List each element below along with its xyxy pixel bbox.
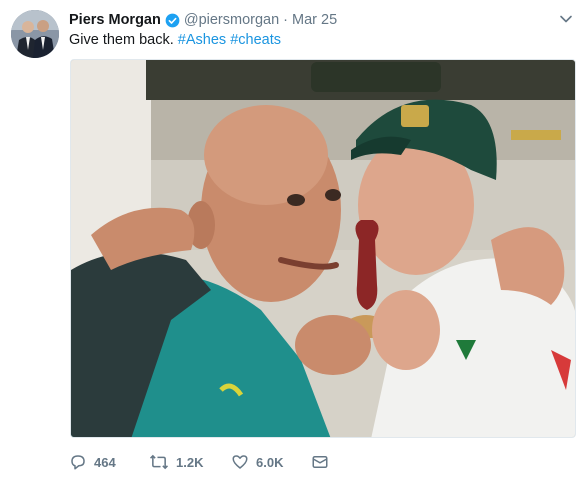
- tweet-text-plain: Give them back.: [69, 32, 174, 48]
- retweet-button[interactable]: 1.2K: [149, 453, 231, 471]
- photo-illustration: [71, 60, 575, 437]
- tweet-header: Piers Morgan @piersmorgan · Mar 25: [69, 10, 337, 30]
- separator-dot: ·: [283, 12, 289, 28]
- tweet-date[interactable]: Mar 25: [292, 12, 337, 28]
- avatar-photo: [11, 10, 59, 58]
- message-button[interactable]: [311, 453, 329, 471]
- like-count: 6.0K: [256, 454, 284, 470]
- author-handle[interactable]: @piersmorgan: [184, 12, 279, 28]
- avatar[interactable]: [11, 10, 59, 58]
- tweet-text: Give them back. #Ashes #cheats: [69, 31, 281, 49]
- tweet-actions: 464 1.2K 6.0K: [69, 451, 329, 473]
- verified-badge-icon: [165, 13, 180, 27]
- heart-icon: [232, 455, 248, 469]
- tweet-card: Piers Morgan @piersmorgan · Mar 25 Give …: [0, 0, 586, 479]
- reply-count: 464: [94, 454, 116, 470]
- envelope-icon: [312, 456, 328, 468]
- author-name[interactable]: Piers Morgan: [69, 12, 161, 28]
- hashtag-cheats[interactable]: #cheats: [230, 32, 281, 48]
- retweet-count: 1.2K: [176, 454, 204, 470]
- retweet-icon: [149, 454, 169, 470]
- tweet-photo[interactable]: [70, 59, 576, 438]
- reply-icon: [71, 455, 85, 470]
- chevron-down-icon[interactable]: [557, 10, 575, 28]
- hashtag-ashes[interactable]: #Ashes: [178, 32, 226, 48]
- reply-button[interactable]: 464: [69, 453, 149, 471]
- like-button[interactable]: 6.0K: [231, 453, 311, 471]
